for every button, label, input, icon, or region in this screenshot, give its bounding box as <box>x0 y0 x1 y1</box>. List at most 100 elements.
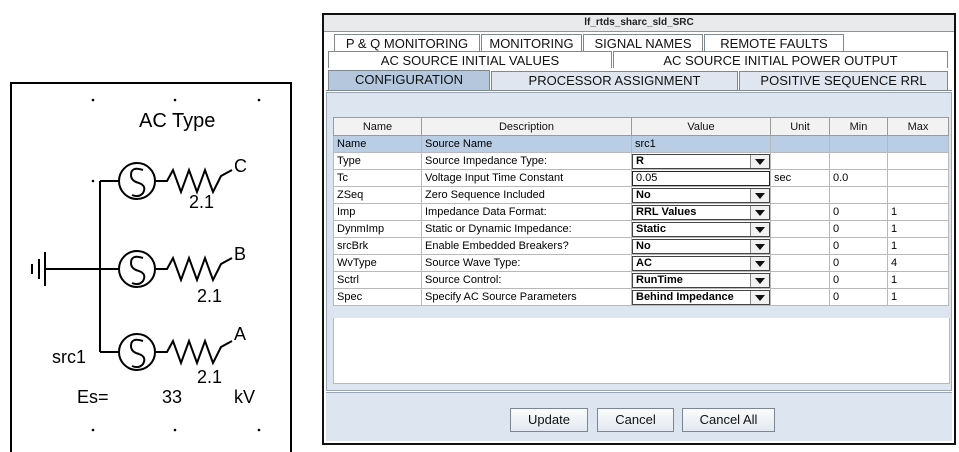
value-dropdown[interactable]: Static <box>632 221 770 237</box>
es-unit: kV <box>234 387 256 407</box>
cell-unit <box>770 186 830 204</box>
cell-value[interactable]: 0.05 <box>631 169 771 187</box>
value-dropdown[interactable]: RRL Values <box>632 204 770 220</box>
tab-divider <box>326 90 952 91</box>
value-input[interactable]: 0.05 <box>632 170 770 186</box>
cell-name: WvType <box>333 254 422 272</box>
cell-value[interactable]: Behind Impedance <box>631 288 771 306</box>
cell-min: 0 <box>829 203 888 221</box>
cell-value[interactable]: R <box>631 152 771 170</box>
cell-value[interactable]: Static <box>631 220 771 238</box>
table-empty-area <box>333 318 950 384</box>
chevron-down-icon[interactable] <box>750 239 769 253</box>
cancel-all-button[interactable]: Cancel All <box>682 408 775 432</box>
cell-name: DynmImp <box>333 220 422 238</box>
cell-description: Source Name <box>421 135 632 153</box>
source-name-label: src1 <box>52 347 87 367</box>
cell-max: 1 <box>887 203 949 221</box>
cell-max: 1 <box>887 220 949 238</box>
phase-b-value: 2.1 <box>197 286 223 306</box>
cell-description: Voltage Input Time Constant <box>421 169 632 187</box>
value-dropdown[interactable]: R <box>632 153 770 169</box>
cell-min <box>829 186 888 204</box>
table-row[interactable]: Type Source Impedance Type: R <box>333 152 949 170</box>
column-header-name[interactable]: Name <box>333 117 422 136</box>
cell-max <box>887 169 949 187</box>
chevron-down-icon[interactable] <box>750 273 769 287</box>
tab-positive-sequence-rrl[interactable]: POSITIVE SEQUENCE RRL <box>739 71 948 90</box>
cancel-button[interactable]: Cancel <box>597 408 674 432</box>
source-phase-c <box>118 162 233 200</box>
chevron-down-icon[interactable] <box>750 256 769 270</box>
cell-value[interactable]: src1 <box>631 135 771 153</box>
phase-c-value: 2.1 <box>189 192 215 212</box>
value-dropdown[interactable]: Behind Impedance <box>632 289 770 305</box>
column-header-value[interactable]: Value <box>631 117 771 136</box>
tab-processor-assignment[interactable]: PROCESSOR ASSIGNMENT <box>491 71 738 90</box>
cell-name: Spec <box>333 288 422 306</box>
tab-ac-source-initial-values[interactable]: AC SOURCE INITIAL VALUES <box>328 51 612 68</box>
chevron-down-icon[interactable] <box>750 290 769 304</box>
cell-value[interactable]: No <box>631 237 771 255</box>
cell-max: 1 <box>887 271 949 289</box>
cell-name: Imp <box>333 203 422 221</box>
table-row[interactable]: Spec Specify AC Source Parameters Behind I… <box>333 288 949 306</box>
table-row[interactable]: Imp Impedance Data Format: RRL Values 0 1 <box>333 203 949 221</box>
dropdown-selected-value: Static <box>636 222 666 235</box>
cell-value[interactable]: No <box>631 186 771 204</box>
table-row[interactable]: Tc Voltage Input Time Constant 0.05 sec 0.0 <box>333 169 949 187</box>
chevron-down-icon[interactable] <box>750 222 769 236</box>
es-label: Es= <box>77 387 109 407</box>
parameter-dialog: lf_rtds_sharc_sld_SRC P & Q MONITORING M… <box>322 13 956 445</box>
cell-description: Source Wave Type: <box>421 254 632 272</box>
value-dropdown[interactable]: No <box>632 187 770 203</box>
cell-unit: sec <box>770 169 830 187</box>
cell-max <box>887 152 949 170</box>
table-row[interactable]: Sctrl Source Control: RunTime 0 1 <box>333 271 949 289</box>
update-button[interactable]: Update <box>510 408 588 432</box>
tab-pq-monitoring[interactable]: P & Q MONITORING <box>334 34 480 51</box>
cell-value[interactable]: AC <box>631 254 771 272</box>
cell-max: 4 <box>887 254 949 272</box>
table-row[interactable]: DynmImp Static or Dynamic Impedance: Stati… <box>333 220 949 238</box>
cell-name: Type <box>333 152 422 170</box>
column-header-description[interactable]: Description <box>421 117 632 136</box>
dropdown-selected-value: Behind Impedance <box>636 290 734 303</box>
window-title[interactable]: lf_rtds_sharc_sld_SRC <box>324 15 954 32</box>
chevron-down-icon[interactable] <box>750 188 769 202</box>
tab-remote-faults[interactable]: REMOTE FAULTS <box>704 34 844 51</box>
table-row[interactable]: ZSeq Zero Sequence Included No <box>333 186 949 204</box>
table-row[interactable]: WvType Source Wave Type: AC 0 4 <box>333 254 949 272</box>
table-row[interactable]: Name Source Name src1 <box>333 135 949 153</box>
phase-a-label: A <box>234 324 247 344</box>
column-header-min[interactable]: Min <box>829 117 888 136</box>
cell-name: Name <box>333 135 422 153</box>
cell-min: 0 <box>829 254 888 272</box>
table-row[interactable]: srcBrk Enable Embedded Breakers? No 0 1 <box>333 237 949 255</box>
column-header-unit[interactable]: Unit <box>770 117 830 136</box>
cell-description: Source Control: <box>421 271 632 289</box>
ground-icon <box>31 252 120 286</box>
chevron-down-icon[interactable] <box>750 154 769 168</box>
cell-value[interactable]: RRL Values <box>631 203 771 221</box>
cell-description: Enable Embedded Breakers? <box>421 237 632 255</box>
value-dropdown[interactable]: RunTime <box>632 272 770 288</box>
chevron-down-icon[interactable] <box>750 205 769 219</box>
cell-unit <box>770 254 830 272</box>
cell-name: srcBrk <box>333 237 422 255</box>
configuration-panel: Name Description Value Unit Min Max Name… <box>326 92 952 391</box>
column-header-max[interactable]: Max <box>887 117 949 136</box>
tab-configuration[interactable]: CONFIGURATION <box>328 70 490 90</box>
cell-value[interactable]: RunTime <box>631 271 771 289</box>
cell-min <box>829 152 888 170</box>
tab-ac-source-initial-power-output[interactable]: AC SOURCE INITIAL POWER OUTPUT <box>613 51 948 68</box>
dropdown-selected-value: No <box>636 188 651 201</box>
cell-unit <box>770 288 830 306</box>
cell-description: Impedance Data Format: <box>421 203 632 221</box>
value-dropdown[interactable]: No <box>632 238 770 254</box>
tab-monitoring[interactable]: MONITORING <box>481 34 582 51</box>
cell-name: Tc <box>333 169 422 187</box>
tab-signal-names[interactable]: SIGNAL NAMES <box>583 34 703 51</box>
value-dropdown[interactable]: AC <box>632 255 770 271</box>
value-text[interactable]: src1 <box>635 138 656 150</box>
